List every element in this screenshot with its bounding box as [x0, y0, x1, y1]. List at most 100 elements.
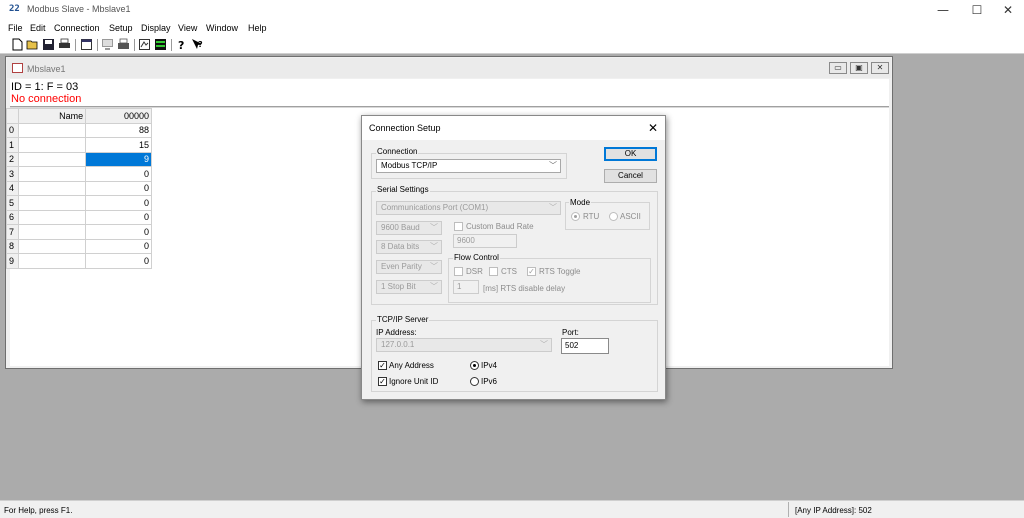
ip-address-select[interactable]: 127.0.0.1 ﹀ [376, 338, 552, 352]
table-row[interactable]: 30 [5, 166, 152, 182]
dialog-close-icon[interactable]: ✕ [645, 120, 661, 136]
child-titlebar: Mbslave1 ▭ ▣ ✕ [7, 58, 891, 78]
baud-rate-select[interactable]: 9600 Baud ﹀ [376, 221, 442, 235]
traffic-icon[interactable] [154, 38, 167, 51]
window-icon[interactable] [80, 38, 93, 51]
row-number[interactable]: 7 [5, 224, 20, 240]
row-number[interactable]: 1 [5, 137, 20, 153]
table-row[interactable]: 70 [5, 224, 152, 240]
table-row[interactable]: 1 15 [5, 137, 152, 153]
ignore-unit-id-checkbox[interactable]: ✓ [378, 377, 387, 386]
chevron-down-icon: ﹀ [430, 223, 438, 232]
ipv6-radio[interactable] [470, 377, 479, 386]
register-value-cell[interactable]: 0 [85, 209, 152, 225]
column-address-header[interactable]: 00000 [85, 108, 152, 124]
ok-button[interactable]: OK [604, 147, 657, 161]
table-row[interactable]: 50 [5, 195, 152, 211]
register-value-cell[interactable]: 0 [85, 253, 152, 269]
port-input[interactable]: 502 [561, 338, 609, 354]
register-value-cell[interactable]: 0 [85, 224, 152, 240]
row-number[interactable]: 5 [5, 195, 20, 211]
register-value-cell[interactable]: 15 [85, 137, 152, 153]
register-name-cell[interactable] [18, 238, 87, 254]
rts-delay-input[interactable]: 1 [453, 280, 479, 294]
menu-display[interactable]: Display [141, 23, 171, 33]
chevron-down-icon: ﹀ [430, 262, 438, 271]
table-row[interactable]: 90 [5, 253, 152, 269]
new-document-icon[interactable] [11, 38, 24, 51]
parity-select[interactable]: Even Parity ﹀ [376, 260, 442, 274]
row-number[interactable]: 2 [5, 151, 20, 167]
register-name-cell[interactable] [18, 180, 87, 196]
row-number[interactable]: 6 [5, 209, 20, 225]
child-maximize-button[interactable]: ▣ [850, 62, 868, 74]
register-name-cell[interactable] [18, 209, 87, 225]
register-value-cell[interactable]: 9 [85, 151, 152, 167]
register-value-cell[interactable]: 0 [85, 166, 152, 182]
register-name-cell[interactable] [18, 137, 87, 153]
custom-baud-checkbox[interactable] [454, 222, 463, 231]
register-name-cell[interactable] [18, 151, 87, 167]
cts-checkbox[interactable] [489, 267, 498, 276]
table-row[interactable]: 0 88 [5, 122, 152, 138]
context-help-icon[interactable]: ? [191, 38, 204, 51]
rts-toggle-checkbox[interactable]: ✓ [527, 267, 536, 276]
register-value-cell[interactable]: 0 [85, 238, 152, 254]
register-name-cell[interactable] [18, 253, 87, 269]
data-bits-select[interactable]: 8 Data bits ﹀ [376, 240, 442, 254]
save-icon[interactable] [42, 38, 55, 51]
open-folder-icon[interactable] [26, 38, 39, 51]
register-value-cell[interactable]: 0 [85, 180, 152, 196]
communication-icon[interactable] [138, 38, 151, 51]
column-name-header[interactable]: Name [18, 108, 87, 124]
help-icon[interactable]: ? [175, 38, 188, 51]
register-value-cell[interactable]: 0 [85, 195, 152, 211]
row-number[interactable]: 8 [5, 238, 20, 254]
row-number[interactable]: 0 [5, 122, 20, 138]
ignore-unit-id-label: Ignore Unit ID [389, 377, 439, 386]
menu-setup[interactable]: Setup [109, 23, 133, 33]
table-row[interactable]: 29 [5, 151, 152, 167]
close-button[interactable]: ✕ [993, 2, 1023, 18]
row-number[interactable]: 4 [5, 180, 20, 196]
printer-setup-icon[interactable] [117, 38, 130, 51]
menu-file[interactable]: File [8, 23, 23, 33]
menu-help[interactable]: Help [248, 23, 267, 33]
stop-bits-select[interactable]: 1 Stop Bit ﹀ [376, 280, 442, 294]
register-name-cell[interactable] [18, 166, 87, 182]
toolbar-separator [75, 39, 76, 51]
monitor-icon[interactable] [101, 38, 114, 51]
app-titlebar: 22 Modbus Slave - Mbslave1 — ☐ ✕ [0, 0, 1024, 20]
mode-rtu-radio[interactable] [571, 212, 580, 221]
table-row[interactable]: 60 [5, 209, 152, 225]
custom-baud-input[interactable]: 9600 [453, 234, 517, 248]
ipv4-radio[interactable] [470, 361, 479, 370]
com-port-select[interactable]: Communications Port (COM1) ﹀ [376, 201, 561, 215]
child-close-button[interactable]: ✕ [871, 62, 889, 74]
cancel-button[interactable]: Cancel [604, 169, 657, 183]
any-address-checkbox[interactable]: ✓ [378, 361, 387, 370]
dsr-checkbox[interactable] [454, 267, 463, 276]
register-value-cell[interactable]: 88 [85, 122, 152, 138]
minimize-button[interactable]: — [928, 2, 958, 18]
menu-edit[interactable]: Edit [30, 23, 46, 33]
dsr-label: DSR [466, 267, 483, 276]
table-row[interactable]: 40 [5, 180, 152, 196]
print-icon[interactable] [58, 38, 71, 51]
menu-window[interactable]: Window [206, 23, 238, 33]
menu-connection[interactable]: Connection [54, 23, 100, 33]
mode-ascii-radio[interactable] [609, 212, 618, 221]
register-name-cell[interactable] [18, 195, 87, 211]
menu-view[interactable]: View [178, 23, 197, 33]
connection-type-select[interactable]: Modbus TCP/IP ﹀ [376, 159, 561, 173]
table-row[interactable]: 80 [5, 238, 152, 254]
maximize-button[interactable]: ☐ [962, 2, 992, 18]
register-name-cell[interactable] [18, 224, 87, 240]
register-table: Name 00000 0 88 1 15 2 9 3 0 4 0 5 0 6 0 7 0 8 0 9 0 [5, 108, 152, 269]
row-number[interactable]: 9 [5, 253, 20, 269]
register-name-cell[interactable] [18, 122, 87, 138]
child-minimize-button[interactable]: ▭ [829, 62, 847, 74]
parity-value: Even Parity [381, 262, 422, 271]
port-label: Port: [562, 328, 579, 337]
row-number[interactable]: 3 [5, 166, 20, 182]
